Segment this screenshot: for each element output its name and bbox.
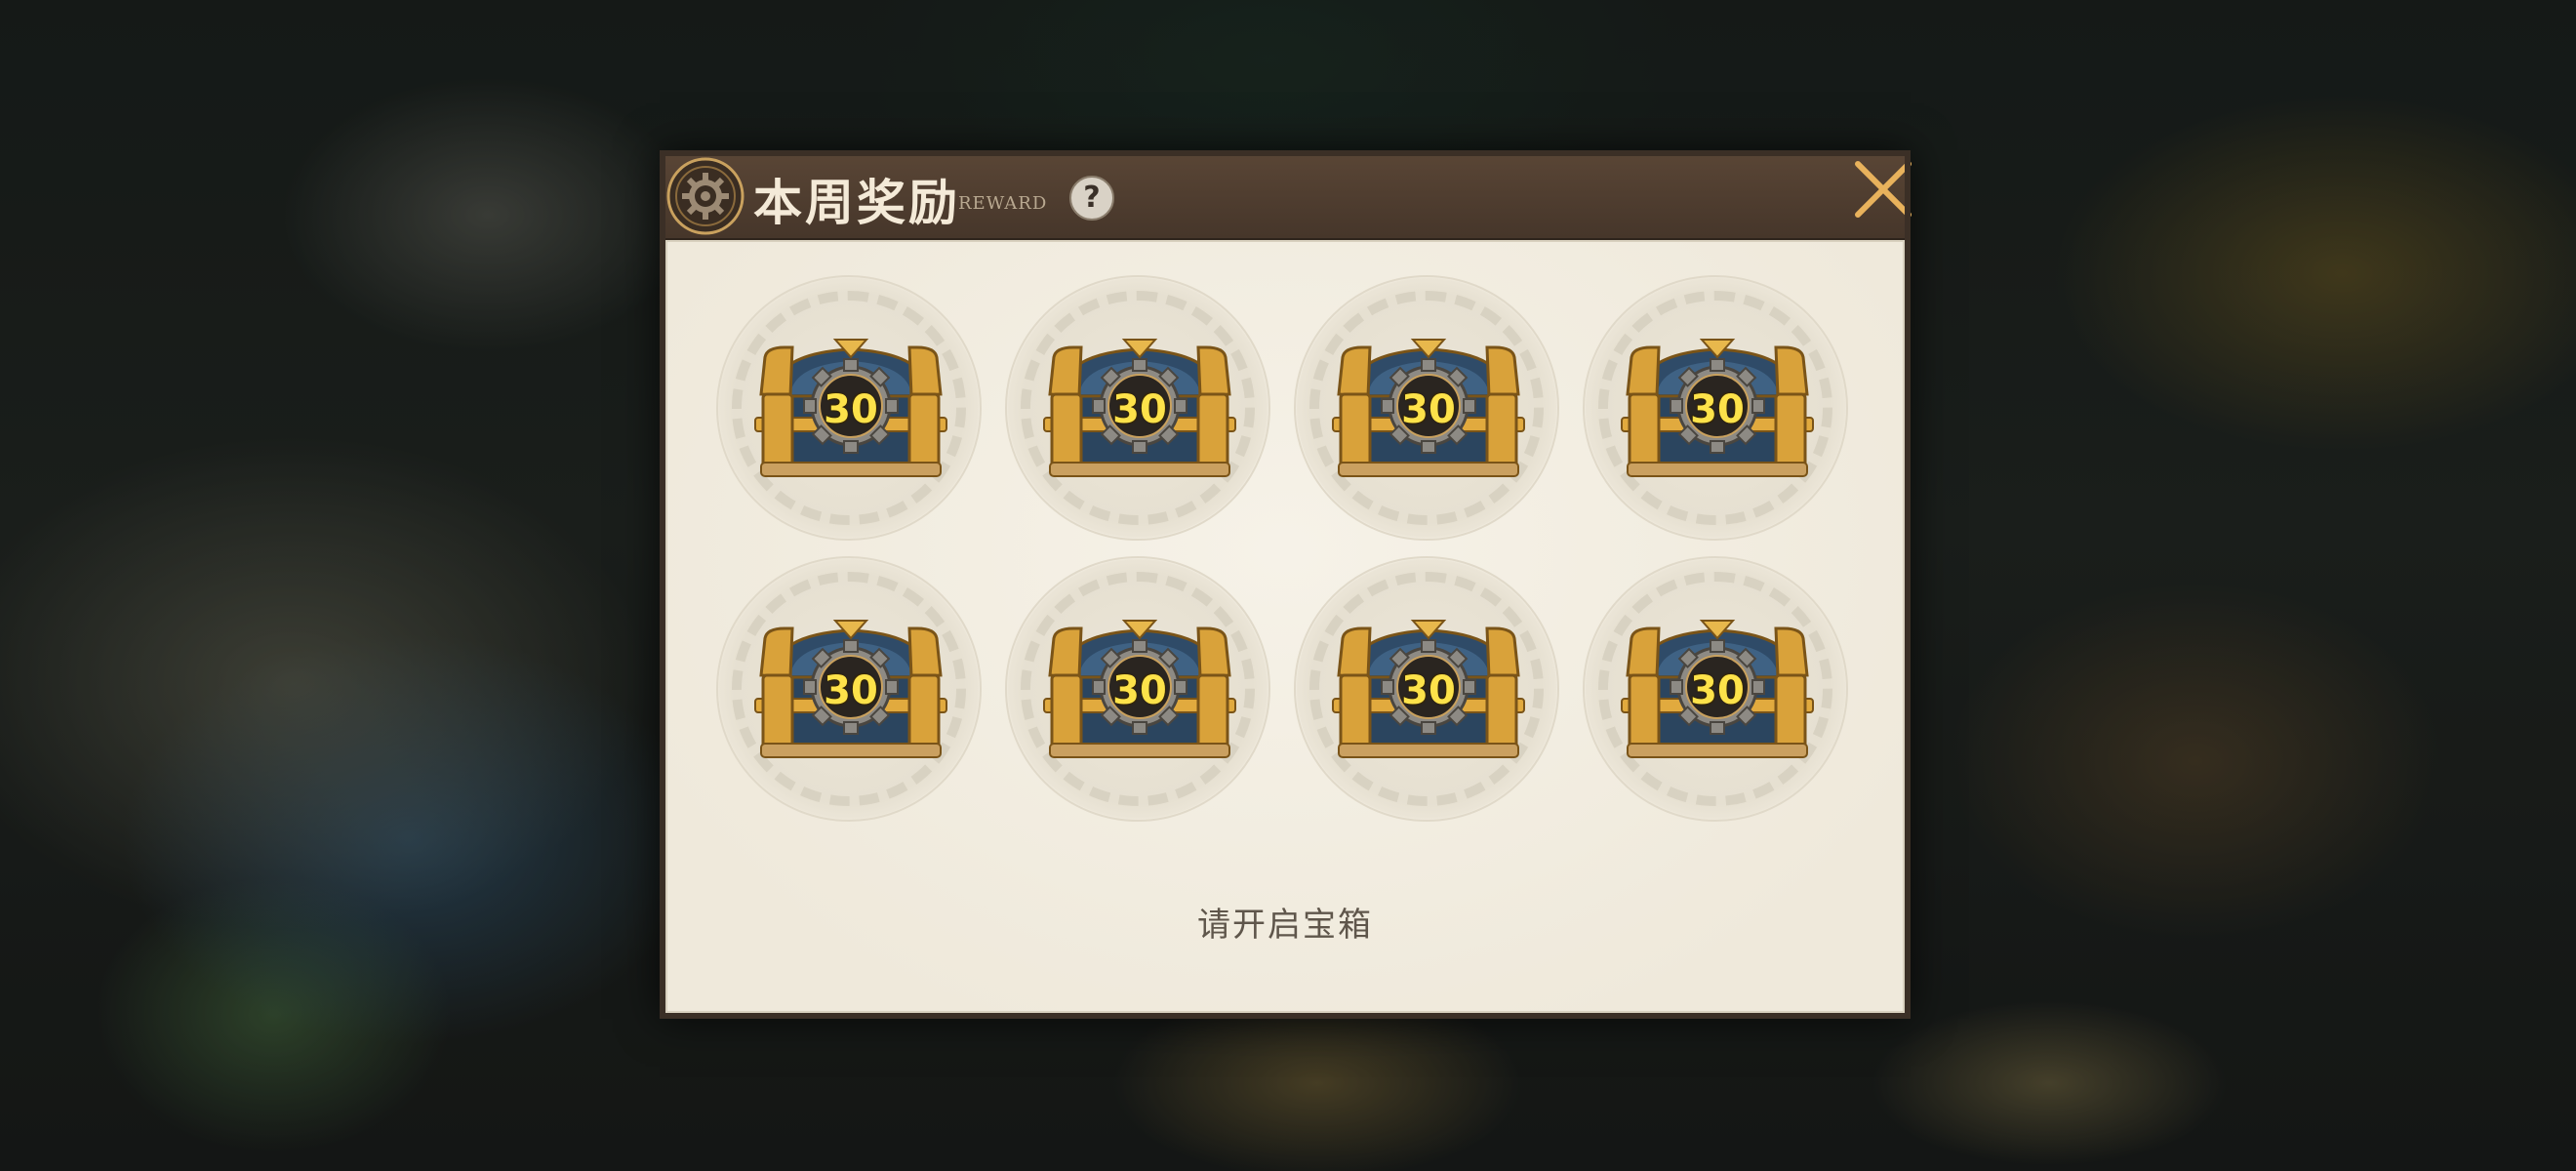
- close-icon: [1855, 161, 1912, 218]
- reward-chest-slot[interactable]: 30: [1294, 275, 1559, 541]
- reward-chest-slot[interactable]: 30: [1005, 275, 1270, 541]
- close-button[interactable]: [1848, 154, 1918, 224]
- gear-emblem-icon: [666, 157, 745, 235]
- status-text: 请开启宝箱: [1197, 906, 1373, 945]
- chest-number-label: 30: [1112, 668, 1167, 713]
- reward-chest-slot[interactable]: 30: [1583, 556, 1848, 822]
- chest-number-label: 30: [1112, 387, 1167, 432]
- dialog-header: 本周奖励 REWARD ?: [660, 150, 1911, 240]
- chest-number-label: 30: [824, 668, 878, 713]
- reward-chest-slot[interactable]: 30: [716, 556, 982, 822]
- chest-number-label: 30: [1690, 668, 1745, 713]
- dialog-title: 本周奖励: [753, 174, 960, 231]
- help-button[interactable]: ?: [1069, 176, 1114, 221]
- weekly-reward-dialog: 本周奖励 REWARD ? 30 30 30 30 30 30 30 30 请开…: [660, 150, 1912, 1019]
- chest-number-label: 30: [824, 387, 878, 432]
- reward-chest-slot[interactable]: 30: [1005, 556, 1270, 822]
- chest-number-label: 30: [1690, 387, 1745, 432]
- chest-number-label: 30: [1401, 387, 1456, 432]
- reward-chest-slot[interactable]: 30: [1583, 275, 1848, 541]
- chest-grid: 30 30 30 30 30 30 30 30: [716, 275, 1870, 822]
- dialog-body: 30 30 30 30 30 30 30 30 请开启宝箱: [665, 240, 1905, 1013]
- reward-chest-slot[interactable]: 30: [716, 275, 982, 541]
- chest-number-label: 30: [1401, 668, 1456, 713]
- dialog-subtitle: REWARD: [958, 193, 1048, 214]
- reward-chest-slot[interactable]: 30: [1294, 556, 1559, 822]
